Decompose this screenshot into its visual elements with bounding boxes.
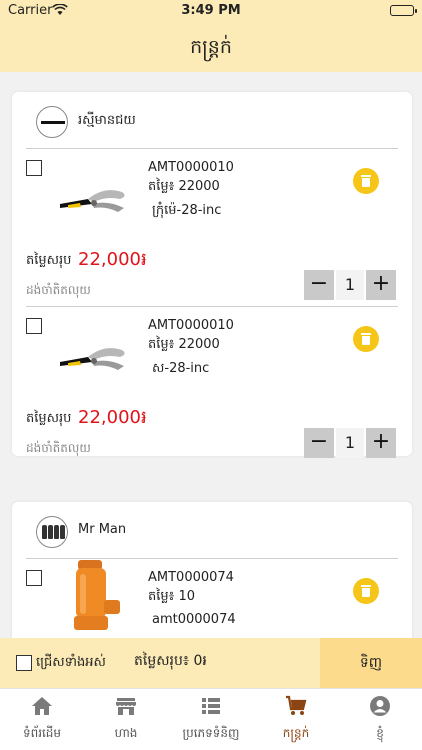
home-icon bbox=[31, 695, 53, 717]
cart-item: AMT0000010 តម្លៃ៖ 22000 ក្រុំម៉េ-28-inc … bbox=[12, 150, 412, 305]
quantity-value[interactable]: 1 bbox=[336, 428, 364, 458]
select-all-label[interactable]: ជ្រើសទាំងអស់ bbox=[36, 654, 106, 673]
product-image[interactable] bbox=[54, 340, 134, 380]
cart-icon bbox=[285, 695, 307, 717]
tab-cart[interactable]: កន្ត្រក់ bbox=[254, 689, 338, 750]
decrement-button[interactable]: − bbox=[304, 428, 334, 458]
store-avatar bbox=[36, 106, 68, 138]
product-image[interactable] bbox=[54, 182, 134, 222]
trash-icon[interactable] bbox=[353, 326, 379, 352]
divider bbox=[26, 148, 398, 149]
divider bbox=[26, 306, 398, 307]
product-variant: amt0000074 bbox=[152, 612, 236, 627]
store-name: រស្មីមានជយ bbox=[78, 113, 136, 128]
divider bbox=[26, 558, 398, 559]
cart-item: AMT0000010 តម្លៃ៖ 22000 ស-28-inc តម្លៃសរ… bbox=[12, 308, 412, 463]
trash-icon[interactable] bbox=[353, 168, 379, 194]
trash-icon[interactable] bbox=[353, 578, 379, 604]
status-time: 3:49 PM bbox=[181, 3, 241, 18]
quantity-stepper: − 1 + bbox=[304, 270, 396, 300]
item-total-label: តម្លៃសរុប bbox=[26, 253, 72, 268]
tab-home[interactable]: ទំព័រដើម bbox=[0, 689, 84, 750]
item-total-value: 22,000៛ bbox=[78, 407, 147, 428]
store-name: Mr Man bbox=[78, 522, 127, 537]
user-icon bbox=[369, 695, 391, 717]
item-checkbox[interactable] bbox=[26, 318, 42, 334]
product-variant: ស-28-inc bbox=[152, 361, 210, 376]
item-note: ដង់ចាំតិតលុយ bbox=[26, 441, 91, 455]
tab-label: ប្រភេទទំនិញ bbox=[182, 726, 240, 740]
store-header[interactable]: រស្មីមានជយ bbox=[12, 92, 412, 150]
tab-label: ហាង bbox=[114, 726, 138, 740]
battery-icon bbox=[390, 5, 417, 16]
item-total-label: តម្លៃសរុប bbox=[26, 411, 72, 426]
tab-profile[interactable]: ខ្ញុំ bbox=[338, 689, 422, 750]
product-code: AMT0000010 bbox=[148, 160, 234, 175]
item-checkbox[interactable] bbox=[26, 160, 42, 176]
unit-price: តម្លៃ៖ 10 bbox=[148, 589, 196, 604]
cart-item: AMT0000074 តម្លៃ៖ 10 amt0000074 bbox=[12, 560, 412, 638]
tab-bar: ទំព័រដើម ហាង ប្រភេទទំនិញ កន្ត្រក់ ខ្ញុំ bbox=[0, 688, 422, 750]
store-header[interactable]: Mr Man bbox=[12, 502, 412, 560]
tab-label: ខ្ញុំ bbox=[376, 726, 384, 740]
store-avatar bbox=[36, 516, 68, 548]
product-image[interactable] bbox=[62, 560, 132, 630]
item-total-value: 22,000៛ bbox=[78, 249, 147, 270]
status-bar: Carrier 3:49 PM bbox=[0, 0, 422, 22]
product-variant: ក្រុំម៉េ-28-inc bbox=[152, 203, 222, 218]
unit-price: តម្លៃ៖ 22000 bbox=[148, 179, 220, 194]
decrement-button[interactable]: − bbox=[304, 270, 334, 300]
quantity-stepper: − 1 + bbox=[304, 428, 396, 458]
increment-button[interactable]: + bbox=[366, 428, 396, 458]
store-card: Mr Man AMT0000074 តម្លៃ៖ 10 amt0000074 bbox=[12, 502, 412, 638]
quantity-value[interactable]: 1 bbox=[336, 270, 364, 300]
unit-price: តម្លៃ៖ 22000 bbox=[148, 337, 220, 352]
buy-button[interactable]: ទិញ bbox=[320, 638, 422, 688]
tab-label: ទំព័រដើម bbox=[22, 726, 62, 740]
list-icon bbox=[200, 695, 222, 717]
store-icon bbox=[115, 695, 137, 717]
product-code: AMT0000074 bbox=[148, 570, 234, 585]
page-title: កន្ត្រក់ bbox=[0, 22, 422, 72]
item-note: ដង់ចាំតិតលុយ bbox=[26, 283, 91, 297]
tab-label: កន្ត្រក់ bbox=[282, 726, 310, 740]
product-code: AMT0000010 bbox=[148, 318, 234, 333]
tab-store[interactable]: ហាង bbox=[84, 689, 168, 750]
item-checkbox[interactable] bbox=[26, 570, 42, 586]
cart-list[interactable]: រស្មីមានជយ AMT0000010 តម្លៃ៖ 22000 ក្រុំ… bbox=[0, 72, 422, 638]
checkout-bar: ជ្រើសទាំងអស់ តម្លៃសរុប៖ 0៛ ទិញ bbox=[0, 638, 422, 688]
cart-total: តម្លៃសរុប៖ 0៛ bbox=[134, 653, 207, 669]
store-card: រស្មីមានជយ AMT0000010 តម្លៃ៖ 22000 ក្រុំ… bbox=[12, 92, 412, 458]
select-all-checkbox[interactable] bbox=[16, 655, 32, 671]
tab-categories[interactable]: ប្រភេទទំនិញ bbox=[168, 689, 254, 750]
increment-button[interactable]: + bbox=[366, 270, 396, 300]
